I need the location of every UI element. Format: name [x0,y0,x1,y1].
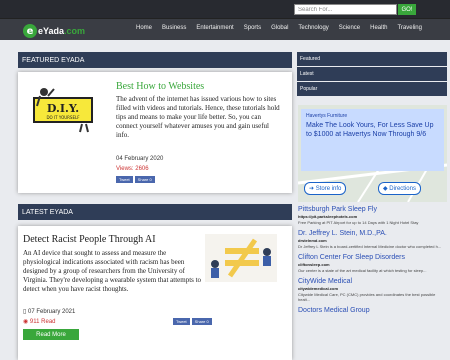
featured-share: Tweet Share 0 [116,176,155,183]
featured-title[interactable]: Best How to Websites [116,81,204,92]
diy-logo-icon: D.I.Y. DO IT YOURSELF [33,88,93,133]
sidebar-tabs: Featured Latest Popular [297,52,447,97]
featured-section-header: FEATURED EYADA [18,52,292,68]
read-more-button[interactable]: Read More [23,329,79,340]
tweet-button[interactable]: Tweet [116,176,133,183]
nav-item-sports[interactable]: Sports [244,25,261,31]
svg-text:DO IT YOURSELF: DO IT YOURSELF [46,115,80,120]
directions-button[interactable]: ◆ Directions [378,182,421,195]
diy-image[interactable]: D.I.Y. DO IT YOURSELF [32,86,94,134]
sponsored-link: Dr. Jeffrey L. Stein, M.D.,PA. drstelnmd… [298,230,447,249]
tab-featured[interactable]: Featured [297,52,447,66]
nav-item-traveling[interactable]: Traveling [397,25,421,31]
sponsored-links: Pittsburgh Park Sleep Fly https://pit.pa… [298,206,447,319]
latest-section-header: LATEST EYADA [18,204,292,220]
svg-text:D.I.Y.: D.I.Y. [47,102,79,115]
tab-latest[interactable]: Latest [297,67,447,81]
featured-views: Views: 2606 [116,166,149,172]
link-title[interactable]: Clifton Center For Sleep Disorders [298,254,447,261]
store-info-button[interactable]: ➜ Store info [304,182,347,195]
link-title[interactable]: Doctors Medical Group [298,307,447,314]
latest-article-image[interactable] [205,234,277,282]
not-equal-illustration-icon [205,234,277,282]
nav-item-health[interactable]: Health [370,25,387,31]
link-title[interactable]: Pittsburgh Park Sleep Fly [298,206,447,213]
nav-item-technology[interactable]: Technology [298,25,328,31]
link-description: Free Parking at PIT Airport for up to 14… [298,220,419,225]
ad-brand: Havertys Furniture [306,113,348,119]
site-logo[interactable]: e eYada.com [23,24,85,38]
facebook-share-button[interactable]: Share 0 [191,318,212,325]
logo-text: eYada.com [38,26,86,36]
arrow-icon: ➜ [309,186,315,192]
link-description: Citywide Medical Care, PC (CMC) provides… [298,292,436,302]
top-bar: GO! [0,0,450,18]
sponsored-link: Doctors Medical Group [298,307,447,314]
sponsored-link: Pittsburgh Park Sleep Fly https://pit.pa… [298,206,447,225]
latest-share: Tweet Share 0 [173,318,212,325]
directions-icon: ◆ [383,186,388,192]
link-url[interactable]: cliftonsleep.com [298,262,447,267]
tab-popular[interactable]: Popular [297,82,447,96]
link-title[interactable]: CityWide Medical [298,278,447,285]
sponsored-link: CityWide Medical citywidemedical.com Cit… [298,278,447,302]
latest-article-card: Detect Racist People Through AI An AI de… [18,226,292,360]
ad-overlay: Havertys Furniture Make The Look Yours, … [301,109,444,171]
latest-description: An AI device that sought to assess and m… [23,249,202,293]
latest-date: ▯ 07 February 2021 [23,309,76,315]
search-input[interactable] [294,4,397,15]
link-url[interactable]: citywidemedical.com [298,286,447,291]
link-url[interactable]: drstelnmd.com [298,238,447,243]
tweet-button[interactable]: Tweet [173,318,190,325]
sponsored-link: Clifton Center For Sleep Disorders clift… [298,254,447,273]
calendar-icon: ▯ [23,309,27,315]
search-go-button[interactable]: GO! [398,4,416,15]
nav-bar: e eYada.com Home Business Entertainment … [0,18,450,40]
featured-description: The advent of the internet has issued va… [116,95,280,139]
nav-item-science[interactable]: Science [339,25,360,31]
nav-links: Home Business Entertainment Sports Globa… [136,25,432,31]
link-title[interactable]: Dr. Jeffrey L. Stein, M.D.,PA. [298,230,447,237]
ad-headline: Make The Look Yours, For Less Save Up to… [306,122,434,138]
nav-item-home[interactable]: Home [136,25,152,31]
latest-read-count: ◉ 911 Read [23,319,56,325]
link-url[interactable]: https://pit.parksleephotels.com [298,214,447,219]
nav-item-entertainment[interactable]: Entertainment [196,25,233,31]
nav-item-business[interactable]: Business [162,25,186,31]
featured-article-card: D.I.Y. DO IT YOURSELF Best How to Websit… [18,72,292,193]
nav-item-global[interactable]: Global [271,25,288,31]
advertisement[interactable]: Havertys Furniture Make The Look Yours, … [297,105,448,203]
link-description: Our center is a state of the art medical… [298,268,427,273]
latest-title[interactable]: Detect Racist People Through AI [23,234,156,245]
facebook-share-button[interactable]: Share 0 [134,176,155,183]
link-description: Dr Jeffrey L Stein is a board-certified … [298,244,442,249]
featured-date: 04 February 2020 [116,156,164,162]
logo-icon: e [23,24,37,38]
eye-icon: ◉ [23,319,29,325]
